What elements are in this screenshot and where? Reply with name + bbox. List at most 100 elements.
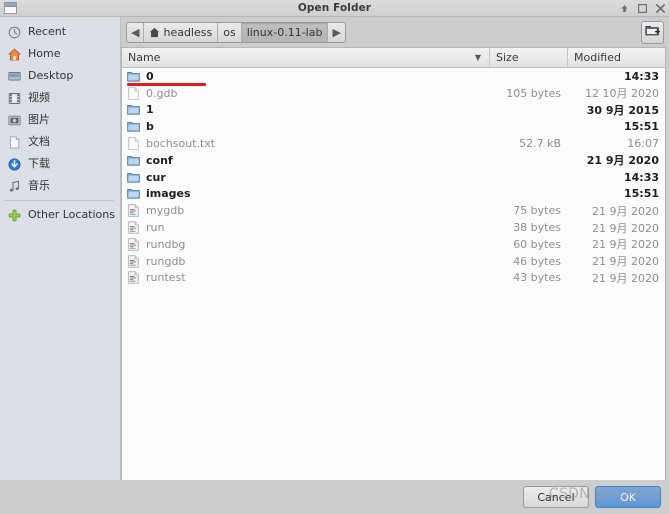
breadcrumb: ◀ headless os linux-0.11-lab ▶ (126, 21, 346, 43)
file-list-rows: 0 14:33 0.gdb 105 bytes 12 10月 2020 1 30 9月 20… (122, 68, 665, 480)
file-name-label: mygdb (146, 204, 185, 218)
music-icon (7, 179, 22, 194)
file-name-label: 1 (146, 103, 154, 117)
ok-button[interactable]: OK (595, 486, 661, 508)
script-file-icon (127, 204, 140, 218)
file-modified-cell: 14:33 (623, 170, 659, 184)
file-size-cell: 43 bytes (513, 271, 561, 285)
close-button[interactable] (654, 2, 667, 15)
table-row[interactable]: rundbg 60 bytes 21 9月 2020 (122, 236, 665, 253)
pathbar-row: ◀ headless os linux-0.11-lab ▶ (121, 17, 669, 47)
red-annotation-underline (127, 83, 206, 86)
sidebar-item-videos[interactable]: 视频 (0, 87, 120, 109)
file-name-cell: 0.gdb (122, 87, 490, 100)
file-list-header: Name ▼ Size Modified (122, 48, 665, 68)
downloads-icon (7, 157, 22, 172)
file-size-cell: 75 bytes (513, 204, 561, 218)
table-row[interactable]: 0 14:33 (122, 68, 665, 86)
documents-icon (7, 135, 22, 150)
file-name-label: cur (146, 170, 166, 184)
file-modified-cell: 30 9月 2015 (586, 103, 659, 117)
breadcrumb-next-button[interactable]: ▶ (328, 23, 344, 42)
file-name-cell: images (122, 187, 490, 200)
file-name-label: rungdb (146, 254, 186, 268)
column-header-modified-label: Modified (574, 51, 621, 64)
sidebar-item-other-locations[interactable]: Other Locations (0, 204, 120, 226)
desktop-icon (7, 69, 22, 84)
file-size-cell: 46 bytes (513, 254, 561, 268)
cancel-button[interactable]: Cancel (523, 486, 589, 508)
home-icon (149, 27, 160, 38)
window-title: Open Folder (297, 2, 372, 14)
sidebar-item-pictures[interactable]: 图片 (0, 109, 120, 131)
file-size-cell: 52.7 kB (519, 137, 561, 151)
table-row[interactable]: b 15:51 (122, 118, 665, 135)
file-modified-cell: 15:51 (623, 187, 659, 201)
table-row[interactable]: runtest 43 bytes 21 9月 2020 (122, 270, 665, 287)
column-header-modified[interactable]: Modified (568, 48, 665, 67)
breadcrumb-item-os[interactable]: os (218, 22, 242, 42)
file-name-cell: b (122, 120, 490, 133)
file-modified-cell: 15:51 (623, 120, 659, 134)
folder-icon (127, 70, 140, 83)
sidebar-item-music[interactable]: 音乐 (0, 175, 120, 197)
folder-icon (127, 187, 140, 200)
sidebar-item-downloads[interactable]: 下载 (0, 153, 120, 175)
table-row[interactable]: 1 30 9月 2015 (122, 102, 665, 119)
shade-button[interactable] (618, 2, 631, 15)
folder-icon (127, 154, 140, 167)
sidebar-item-documents[interactable]: 文档 (0, 131, 120, 153)
places-sidebar: Recent Home Desktop 视频 图片 文档 下载 音乐 Other… (0, 17, 121, 480)
file-size-cell: 60 bytes (513, 237, 561, 251)
window-icon (4, 2, 17, 14)
create-folder-button[interactable] (641, 20, 664, 44)
sidebar-label: Recent (28, 25, 67, 38)
breadcrumb-label: headless (163, 25, 213, 39)
sidebar-item-recent[interactable]: Recent (0, 21, 120, 43)
breadcrumb-prev-button[interactable]: ◀ (127, 22, 145, 42)
file-name-label: 0 (146, 69, 154, 83)
file-modified-cell: 12 10月 2020 (585, 87, 659, 101)
table-row[interactable]: run 38 bytes 21 9月 2020 (122, 219, 665, 236)
script-file-icon (127, 221, 140, 234)
file-modified-cell: 21 9月 2020 (592, 271, 659, 285)
folder-icon (127, 171, 140, 184)
file-name-cell: runtest (122, 271, 490, 284)
file-name-cell: conf (122, 154, 490, 167)
script-file-icon (127, 254, 140, 268)
file-name-label: run (146, 221, 165, 235)
sidebar-label: Desktop (28, 69, 74, 82)
file-list: Name ▼ Size Modified 0 14:33 0.gdb 105 byte… (121, 47, 666, 480)
table-row[interactable]: rungdb 46 bytes 21 9月 2020 (122, 253, 665, 270)
sidebar-divider (4, 200, 114, 201)
breadcrumb-item-linux-0-11-lab[interactable]: linux-0.11-lab (241, 22, 329, 42)
table-row[interactable]: images 15:51 (122, 186, 665, 203)
table-row[interactable]: 0.gdb 105 bytes 12 10月 2020 (122, 85, 665, 102)
file-name-label: b (146, 120, 154, 134)
column-header-size[interactable]: Size (490, 48, 568, 67)
plus-icon (7, 208, 22, 223)
file-modified-cell: 14:33 (623, 69, 659, 83)
table-row[interactable]: cur 14:33 (122, 169, 665, 186)
sidebar-label: 图片 (28, 113, 50, 126)
column-header-name-label: Name (128, 51, 161, 64)
maximize-button[interactable] (636, 2, 649, 15)
titlebar: Open Folder (0, 0, 669, 17)
table-row[interactable]: mygdb 75 bytes 21 9月 2020 (122, 202, 665, 219)
dialog-body: Recent Home Desktop 视频 图片 文档 下载 音乐 Other… (0, 17, 669, 480)
sidebar-item-home[interactable]: Home (0, 43, 120, 65)
file-modified-cell: 21 9月 2020 (592, 238, 659, 252)
breadcrumb-item-headless[interactable]: headless (144, 22, 219, 42)
file-name-cell: bochsout.txt (122, 137, 490, 150)
table-row[interactable]: bochsout.txt 52.7 kB 16:07 (122, 135, 665, 152)
file-name-cell: 1 (122, 103, 490, 116)
file-size-cell: 38 bytes (513, 221, 561, 235)
text-file-icon (127, 86, 140, 100)
recent-clock-icon (7, 25, 22, 40)
file-name-cell: 0 (122, 70, 490, 83)
column-header-name[interactable]: Name ▼ (122, 48, 490, 67)
sidebar-item-desktop[interactable]: Desktop (0, 65, 120, 87)
sort-descending-icon: ▼ (474, 52, 481, 62)
table-row[interactable]: conf 21 9月 2020 (122, 152, 665, 169)
sidebar-label: 文档 (28, 135, 50, 148)
